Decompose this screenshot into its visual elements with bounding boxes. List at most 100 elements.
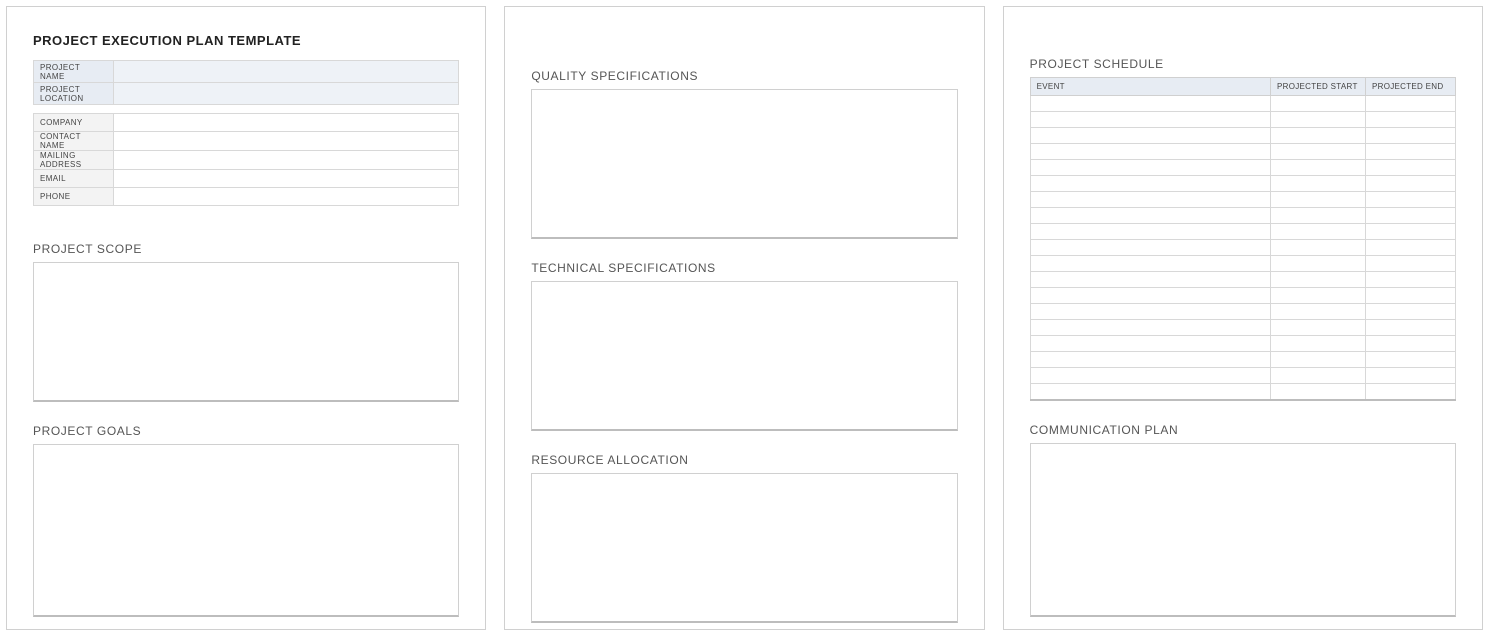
schedule-cell[interactable] (1365, 112, 1455, 128)
schedule-cell[interactable] (1270, 304, 1365, 320)
schedule-cell[interactable] (1270, 160, 1365, 176)
schedule-cell[interactable] (1030, 288, 1270, 304)
schedule-cell[interactable] (1365, 256, 1455, 272)
schedule-cell[interactable] (1030, 272, 1270, 288)
schedule-cell[interactable] (1030, 368, 1270, 384)
textarea-quality-specs[interactable] (531, 89, 957, 239)
page-1: PROJECT EXECUTION PLAN TEMPLATE PROJECT … (6, 6, 486, 630)
schedule-cell[interactable] (1270, 256, 1365, 272)
input-project-name[interactable] (114, 61, 459, 83)
schedule-cell[interactable] (1030, 128, 1270, 144)
schedule-cell[interactable] (1365, 384, 1455, 400)
label-project-name: PROJECT NAME (34, 61, 114, 83)
schedule-cell[interactable] (1365, 320, 1455, 336)
schedule-cell[interactable] (1270, 352, 1365, 368)
schedule-cell[interactable] (1270, 288, 1365, 304)
schedule-cell[interactable] (1030, 240, 1270, 256)
schedule-cell[interactable] (1365, 128, 1455, 144)
textarea-communication-plan[interactable] (1030, 443, 1456, 618)
heading-resource-allocation: RESOURCE ALLOCATION (531, 453, 957, 467)
schedule-cell[interactable] (1030, 96, 1270, 112)
schedule-cell[interactable] (1270, 176, 1365, 192)
table-row: PROJECT LOCATION (34, 83, 459, 105)
schedule-cell[interactable] (1270, 224, 1365, 240)
schedule-cell[interactable] (1030, 320, 1270, 336)
table-row (1030, 368, 1455, 384)
table-row (1030, 160, 1455, 176)
schedule-cell[interactable] (1270, 336, 1365, 352)
document-title: PROJECT EXECUTION PLAN TEMPLATE (33, 33, 459, 48)
schedule-cell[interactable] (1365, 352, 1455, 368)
schedule-cell[interactable] (1270, 384, 1365, 400)
schedule-cell[interactable] (1365, 368, 1455, 384)
schedule-cell[interactable] (1365, 176, 1455, 192)
schedule-cell[interactable] (1365, 144, 1455, 160)
project-header-table: PROJECT NAME PROJECT LOCATION (33, 60, 459, 105)
table-row (1030, 128, 1455, 144)
schedule-cell[interactable] (1270, 240, 1365, 256)
schedule-cell[interactable] (1030, 304, 1270, 320)
schedule-cell[interactable] (1365, 224, 1455, 240)
table-row (1030, 304, 1455, 320)
schedule-cell[interactable] (1270, 144, 1365, 160)
col-projected-end: PROJECTED END (1365, 78, 1455, 96)
table-row (1030, 208, 1455, 224)
textarea-project-scope[interactable] (33, 262, 459, 402)
schedule-cell[interactable] (1365, 304, 1455, 320)
schedule-cell[interactable] (1365, 272, 1455, 288)
table-row (1030, 336, 1455, 352)
schedule-cell[interactable] (1365, 208, 1455, 224)
schedule-cell[interactable] (1030, 176, 1270, 192)
input-email[interactable] (114, 170, 459, 188)
schedule-cell[interactable] (1270, 368, 1365, 384)
schedule-cell[interactable] (1030, 160, 1270, 176)
label-email: EMAIL (34, 170, 114, 188)
textarea-resource-allocation[interactable] (531, 473, 957, 623)
table-row: COMPANY (34, 114, 459, 132)
schedule-cell[interactable] (1365, 96, 1455, 112)
schedule-cell[interactable] (1270, 272, 1365, 288)
input-project-location[interactable] (114, 83, 459, 105)
schedule-cell[interactable] (1365, 288, 1455, 304)
schedule-cell[interactable] (1270, 208, 1365, 224)
table-row (1030, 176, 1455, 192)
table-header-row: EVENT PROJECTED START PROJECTED END (1030, 78, 1455, 96)
label-phone: PHONE (34, 188, 114, 206)
table-row (1030, 352, 1455, 368)
project-schedule-table: EVENT PROJECTED START PROJECTED END (1030, 77, 1456, 401)
schedule-cell[interactable] (1030, 256, 1270, 272)
schedule-cell[interactable] (1030, 352, 1270, 368)
schedule-cell[interactable] (1030, 144, 1270, 160)
textarea-technical-specs[interactable] (531, 281, 957, 431)
input-contact-name[interactable] (114, 132, 459, 151)
textarea-project-goals[interactable] (33, 444, 459, 617)
table-row (1030, 320, 1455, 336)
label-contact-name: CONTACT NAME (34, 132, 114, 151)
table-row (1030, 256, 1455, 272)
input-company[interactable] (114, 114, 459, 132)
label-company: COMPANY (34, 114, 114, 132)
table-row: PHONE (34, 188, 459, 206)
schedule-cell[interactable] (1365, 336, 1455, 352)
schedule-cell[interactable] (1030, 192, 1270, 208)
schedule-cell[interactable] (1030, 112, 1270, 128)
table-row (1030, 224, 1455, 240)
schedule-cell[interactable] (1270, 128, 1365, 144)
table-row (1030, 96, 1455, 112)
schedule-cell[interactable] (1030, 224, 1270, 240)
schedule-cell[interactable] (1030, 336, 1270, 352)
schedule-cell[interactable] (1270, 320, 1365, 336)
schedule-cell[interactable] (1365, 160, 1455, 176)
schedule-cell[interactable] (1030, 208, 1270, 224)
col-projected-start: PROJECTED START (1270, 78, 1365, 96)
input-phone[interactable] (114, 188, 459, 206)
table-row (1030, 240, 1455, 256)
schedule-cell[interactable] (1365, 240, 1455, 256)
table-row: MAILING ADDRESS (34, 151, 459, 170)
schedule-cell[interactable] (1270, 192, 1365, 208)
input-mailing-address[interactable] (114, 151, 459, 170)
schedule-cell[interactable] (1030, 384, 1270, 400)
schedule-cell[interactable] (1270, 112, 1365, 128)
schedule-cell[interactable] (1270, 96, 1365, 112)
schedule-cell[interactable] (1365, 192, 1455, 208)
